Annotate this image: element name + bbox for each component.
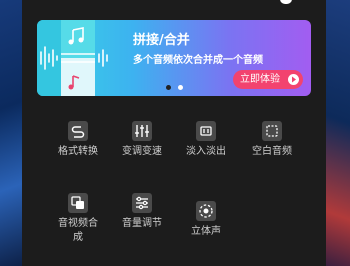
background-left-edge bbox=[0, 0, 22, 266]
pager-dot-1[interactable] bbox=[166, 85, 171, 90]
tools-panel: 拼接/合并 多个音频依次合并成一个音频 立即体验 格式转换 变调变速 淡入淡出 … bbox=[22, 0, 326, 266]
volume-adjust-icon bbox=[132, 193, 152, 213]
tool-label: 淡入淡出 bbox=[186, 146, 226, 157]
fade-in-out-icon bbox=[196, 121, 216, 141]
tool-label: 格式转换 bbox=[58, 146, 98, 157]
try-now-label: 立即体验 bbox=[240, 74, 280, 85]
tool-label: 空白音频 bbox=[252, 146, 292, 157]
top-indicator bbox=[280, 0, 292, 4]
tool-label: 变调变速 bbox=[122, 146, 162, 157]
try-now-button[interactable]: 立即体验 bbox=[233, 70, 303, 89]
banner-subtitle: 多个音频依次合并成一个音频 bbox=[133, 55, 263, 66]
format-convert-icon bbox=[68, 121, 88, 141]
pager-dot-2-active[interactable] bbox=[178, 85, 183, 90]
av-merge-icon bbox=[68, 193, 88, 213]
promo-banner[interactable]: 拼接/合并 多个音频依次合并成一个音频 立即体验 bbox=[37, 20, 311, 96]
music-merge-illustration bbox=[37, 20, 108, 96]
blank-audio-icon bbox=[262, 121, 282, 141]
play-arrow-icon bbox=[288, 74, 299, 85]
banner-title: 拼接/合并 bbox=[133, 33, 190, 48]
tool-label: 立体声 bbox=[191, 226, 221, 237]
pitch-speed-sliders-icon bbox=[132, 121, 152, 141]
stereo-icon bbox=[196, 201, 216, 221]
tool-label: 音视频合成 bbox=[58, 218, 98, 243]
tool-label: 音量调节 bbox=[122, 218, 162, 229]
background-right-edge bbox=[326, 0, 350, 266]
